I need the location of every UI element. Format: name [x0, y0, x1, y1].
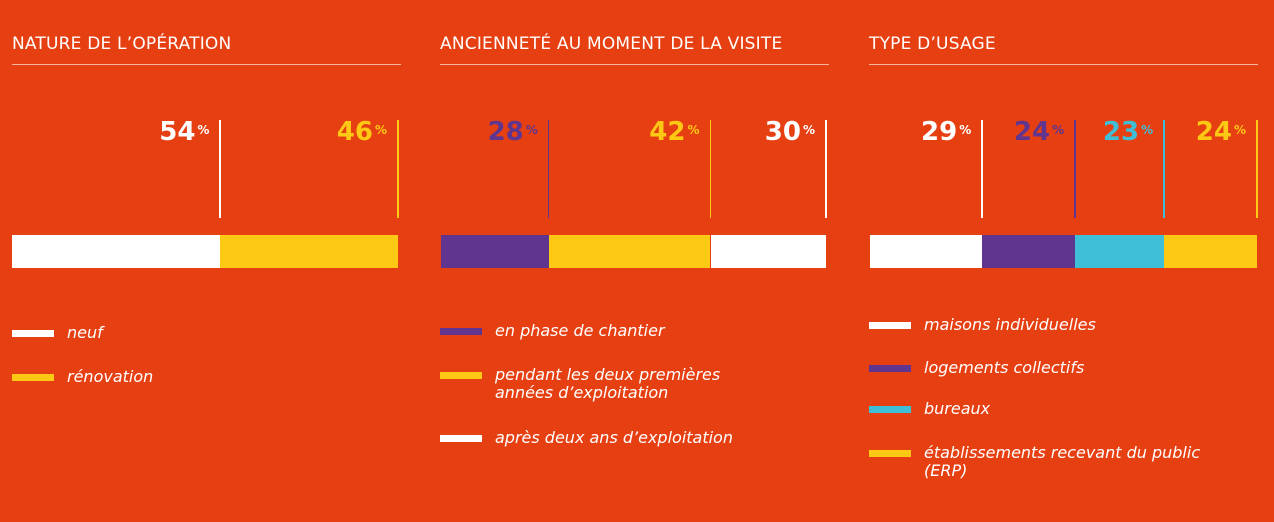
- percent-unit: %: [1052, 123, 1065, 137]
- percent-label: 23%: [1103, 118, 1153, 146]
- percent-label: 24%: [1196, 118, 1246, 146]
- bar-segment: [870, 235, 983, 268]
- legend-swatch: [440, 435, 482, 442]
- percent-label: 30%: [765, 118, 815, 146]
- legend-label: rénovation: [67, 367, 154, 386]
- segment-divider: [397, 120, 399, 218]
- legend-label: bureaux: [924, 399, 991, 418]
- segment-divider: [1256, 120, 1258, 218]
- segment-divider: [1074, 120, 1076, 218]
- legend-swatch: [869, 365, 911, 372]
- bar-segment: [982, 235, 1076, 268]
- percent-label: 28%: [488, 118, 538, 146]
- percent-label: 46%: [337, 118, 387, 146]
- percent-label: 24%: [1014, 118, 1064, 146]
- percent-unit: %: [525, 123, 538, 137]
- percent-value: 46: [336, 117, 373, 147]
- percent-unit: %: [374, 123, 387, 137]
- title-rule: [12, 64, 401, 65]
- chart-title: ANCIENNETÉ AU MOMENT DE LA VISITE: [440, 34, 783, 54]
- legend-swatch: [440, 328, 482, 335]
- segment-divider: [547, 120, 550, 218]
- legend-label: maisons individuelles: [924, 315, 1096, 334]
- legend-swatch: [869, 406, 911, 413]
- stacked-bar: [870, 235, 1257, 268]
- legend-label: après deux ans d’exploitation: [495, 428, 733, 447]
- legend-swatch: [12, 330, 54, 337]
- chart-panel-usage: TYPE D’USAGE 29% 24% 23% 24% maisons indivi…: [869, 0, 1258, 522]
- bar-segment: [548, 235, 711, 268]
- legend-swatch: [440, 372, 482, 379]
- legend-swatch: [869, 450, 911, 457]
- percent-value: 54: [159, 117, 196, 147]
- percent-unit: %: [197, 123, 210, 137]
- percent-value: 24: [1195, 117, 1232, 147]
- legend-label: neuf: [67, 323, 103, 342]
- percent-unit: %: [687, 123, 700, 137]
- bar-segment: [441, 235, 549, 268]
- bar-segment: [1075, 235, 1165, 268]
- legend-swatch: [12, 374, 54, 381]
- legend-swatch: [869, 322, 911, 329]
- legend-label: logements collectifs: [924, 358, 1085, 377]
- percent-value: 30: [764, 117, 801, 147]
- percent-value: 23: [1102, 117, 1140, 147]
- chart-title: TYPE D’USAGE: [869, 34, 996, 54]
- percent-value: 42: [649, 117, 686, 147]
- percent-value: 28: [487, 117, 524, 147]
- bar-segment: [1164, 235, 1257, 268]
- stacked-bar: [441, 235, 826, 268]
- chart-title: NATURE DE L’OPÉRATION: [12, 34, 232, 54]
- bar-segment: [710, 235, 826, 268]
- title-rule: [869, 64, 1258, 65]
- percent-value: 29: [921, 117, 958, 147]
- legend-label: en phase de chantier: [495, 321, 665, 340]
- percent-label: 54%: [159, 118, 209, 146]
- percent-label: 42%: [649, 118, 699, 146]
- segment-divider: [825, 120, 827, 218]
- legend-label: établissements recevant du public (ERP): [924, 443, 1201, 480]
- percent-unit: %: [1141, 123, 1154, 137]
- chart-panel-nature: NATURE DE L’OPÉRATION 54% 46% neuf rénovat…: [12, 0, 401, 522]
- percent-label: 29%: [921, 118, 971, 146]
- percent-unit: %: [802, 123, 815, 137]
- percent-value: 24: [1013, 117, 1051, 147]
- percent-unit: %: [1233, 123, 1246, 137]
- segment-divider: [1163, 120, 1165, 218]
- legend-label: pendant les deux premières années d’expl…: [495, 365, 721, 402]
- title-rule: [440, 64, 829, 65]
- segment-divider: [981, 120, 983, 218]
- chart-panel-anciennete: ANCIENNETÉ AU MOMENT DE LA VISITE 28% 42%…: [440, 0, 829, 522]
- segment-divider: [219, 120, 221, 218]
- segment-divider: [709, 120, 711, 218]
- percent-unit: %: [959, 123, 972, 137]
- bar-segment: [12, 235, 221, 268]
- bar-segment: [220, 235, 398, 268]
- stacked-bar: [12, 235, 398, 268]
